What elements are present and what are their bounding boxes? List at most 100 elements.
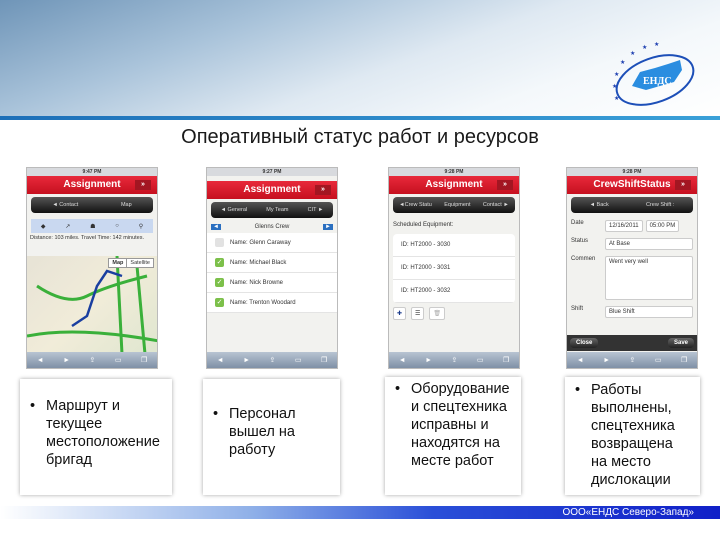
list-item[interactable]: ✓ Name: Michael Black — [207, 253, 337, 273]
caption-equipment: Оборудование и спецтехника исправны и на… — [385, 377, 521, 495]
satellite-button[interactable]: Satellite — [126, 259, 153, 267]
list-icon[interactable]: ☰ — [411, 307, 425, 320]
list-item[interactable]: Name: Glenn Caraway — [207, 233, 337, 253]
shift-select[interactable]: Blue Shift — [605, 306, 693, 318]
phone-equipment-screen: 9:28 PM Assignment » ◄Crew Statu Equipment… — [388, 167, 520, 369]
checkbox-checked[interactable]: ✓ — [215, 298, 224, 307]
map-tools: ◆ ↗ ☗ ○ ⚲ — [31, 219, 153, 233]
status-time: 9:28 PM — [567, 168, 697, 176]
status-select[interactable]: At Base — [605, 238, 693, 250]
route-icon[interactable]: ↗ — [65, 223, 70, 230]
screen-title: Assignment — [63, 179, 121, 190]
status-time: 9:27 PM — [207, 168, 337, 176]
date-field[interactable]: 12/16/2011 — [605, 220, 643, 232]
nav-current: Map — [120, 202, 132, 208]
checkbox-checked[interactable]: ✓ — [215, 278, 224, 287]
nav-next[interactable]: CIT ► — [308, 202, 324, 218]
back-icon[interactable]: ◄ — [37, 357, 44, 364]
member-name: Name: Michael Black — [230, 259, 287, 266]
crew-name: Glenns Crew — [254, 224, 290, 230]
circle-icon[interactable]: ○ — [115, 223, 119, 229]
back-icon[interactable]: ◄ — [577, 357, 584, 364]
bookmarks-icon[interactable]: ▭ — [655, 356, 662, 364]
prev-arrow-icon[interactable]: ◄ — [211, 224, 221, 230]
member-name: Name: Trenton Woodard — [230, 299, 296, 306]
divider — [0, 116, 720, 120]
trash-icon[interactable]: 🗑 — [429, 307, 446, 320]
tabs-icon[interactable]: ❐ — [321, 356, 327, 364]
comment-textarea[interactable]: Went very well — [605, 256, 693, 300]
share-icon[interactable]: ⇪ — [90, 356, 96, 364]
tabs-icon[interactable]: ❐ — [681, 356, 687, 364]
bookmarks-icon[interactable]: ▭ — [477, 356, 484, 364]
forward-icon[interactable]: ► — [425, 357, 432, 364]
back-icon[interactable]: ◄ — [399, 357, 406, 364]
close-button[interactable]: Close — [570, 338, 599, 348]
checkbox[interactable] — [215, 238, 224, 247]
screen-title: CrewShiftStatus — [593, 179, 671, 190]
nav-bar: ◄Crew Statu Equipment Contact ► — [393, 197, 515, 213]
svg-text:★: ★ — [654, 42, 659, 48]
svg-text:ЕНДС: ЕНДС — [643, 76, 672, 87]
list-item[interactable]: ID: HT2000 - 3030 — [393, 234, 515, 257]
nav-back[interactable]: ◄ Contact — [52, 197, 78, 213]
nav-bar: ◄ Contact Map — [31, 197, 153, 213]
screen-title: Assignment — [425, 179, 483, 190]
browser-toolbar: ◄ ► ⇪ ▭ ❐ — [389, 352, 519, 368]
svg-text:★: ★ — [614, 71, 619, 78]
list-item[interactable]: ✓ Name: Nick Browne — [207, 273, 337, 293]
time-field[interactable]: 05:00 PM — [645, 220, 680, 232]
list-item[interactable]: ✓ Name: Trenton Woodard — [207, 293, 337, 313]
phone-shift-status-screen: 9:28 PM CrewShiftStatus » ◄ Back Crew Shif… — [566, 167, 698, 369]
tabs-icon[interactable]: ❐ — [141, 356, 147, 364]
forward-icon[interactable]: ► — [63, 357, 70, 364]
nav-back[interactable]: ◄Crew Statu — [399, 197, 432, 213]
action-buttons: ✚ ☰ 🗑 — [389, 303, 519, 324]
caption-text: Оборудование и спецтехника исправны и на… — [395, 380, 513, 470]
back-icon[interactable]: ◄ — [217, 357, 224, 364]
forward-icon[interactable]: ► — [603, 357, 610, 364]
browser-toolbar: ◄ ► ⇪ ▭ ❐ — [207, 352, 337, 368]
map-button[interactable]: Map — [109, 259, 126, 267]
checkbox-checked[interactable]: ✓ — [215, 258, 224, 267]
nav-current: My Team — [266, 207, 289, 213]
nav-next[interactable]: Contact ► — [483, 197, 509, 213]
distance-text: Distance: 103 miles. Travel Time: 142 mi… — [30, 235, 145, 241]
menu-chevron-icon[interactable]: » — [497, 180, 513, 190]
save-button[interactable]: Save — [667, 338, 694, 348]
svg-text:★: ★ — [612, 83, 617, 90]
crew-header: ◄ Glenns Crew ► — [207, 221, 337, 233]
phone-map-screen: 9:47 PM Assignment » ◄ Contact Map ◆ ↗ ☗ ○ ⚲ D… — [26, 167, 158, 369]
person-icon[interactable]: ☗ — [90, 223, 95, 230]
route-map — [27, 255, 157, 355]
svg-text:★: ★ — [630, 50, 635, 57]
date-label: Date — [571, 220, 584, 226]
share-icon[interactable]: ⇪ — [270, 356, 276, 364]
company-logo: ЕНДС ★★★★★★ ★ — [612, 42, 695, 106]
status-time: 9:28 PM — [389, 168, 519, 176]
nav-back[interactable]: ◄ General — [221, 202, 248, 218]
locate-icon[interactable]: ◆ — [41, 223, 46, 230]
share-icon[interactable]: ⇪ — [630, 356, 636, 364]
bookmarks-icon[interactable]: ▭ — [115, 356, 122, 364]
list-item[interactable]: ID: HT2000 - 3032 — [393, 280, 515, 303]
add-icon[interactable]: ✚ — [393, 307, 407, 320]
menu-chevron-icon[interactable]: » — [315, 185, 331, 195]
page-title: Оперативный статус работ и ресурсов — [181, 126, 539, 148]
share-icon[interactable]: ⇪ — [452, 356, 458, 364]
map-view[interactable]: Map Satellite — [27, 255, 157, 355]
caption-personnel: Персонал вышел на работу — [203, 379, 340, 495]
pin-icon[interactable]: ⚲ — [139, 223, 143, 230]
shift-label: Shift — [571, 306, 584, 312]
nav-back[interactable]: ◄ Back — [590, 197, 609, 213]
section-label: Scheduled Equipment: — [393, 222, 454, 228]
nav-bar: ◄ Back Crew Shift : — [571, 197, 693, 213]
menu-chevron-icon[interactable]: » — [675, 180, 691, 190]
forward-icon[interactable]: ► — [243, 357, 250, 364]
menu-chevron-icon[interactable]: » — [135, 180, 151, 190]
list-item[interactable]: ID: HT2000 - 3031 — [393, 257, 515, 280]
tabs-icon[interactable]: ❐ — [503, 356, 509, 364]
next-arrow-icon[interactable]: ► — [323, 224, 333, 230]
status-label: Status — [571, 238, 589, 244]
bookmarks-icon[interactable]: ▭ — [295, 356, 302, 364]
